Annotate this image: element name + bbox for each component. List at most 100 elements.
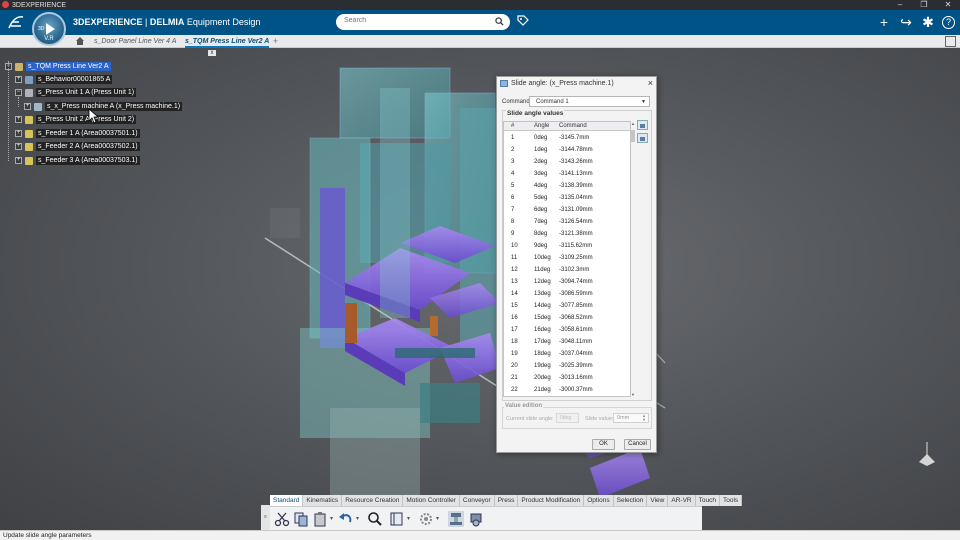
table-row[interactable]: 9 8deg -3121.38mm (504, 228, 630, 240)
tree-node-label[interactable]: s_Feeder 2 A (Area00037502.1) (36, 142, 140, 151)
table-row[interactable]: 14 13deg -3086.59mm (504, 288, 630, 300)
tools-icon[interactable]: ✱ (920, 14, 936, 30)
expand-icon[interactable]: + (24, 103, 31, 110)
settings-icon[interactable] (418, 511, 434, 527)
table-row[interactable]: 17 16deg -3058.61mm (504, 324, 630, 336)
table-row[interactable]: 20 19deg -3025.39mm (504, 360, 630, 372)
fullscreen-icon[interactable] (945, 36, 956, 47)
table-row[interactable]: 19 18deg -3037.04mm (504, 348, 630, 360)
tab-tqm-press-line[interactable]: s_TQM Press Line Ver2 A (185, 35, 270, 48)
close-icon[interactable]: × (648, 78, 653, 89)
table-scrollbar[interactable]: ▲ ▼ (631, 121, 635, 397)
action-tab-standard[interactable]: Standard (270, 495, 304, 506)
action-tab-product-modification[interactable]: Product Modification (518, 495, 585, 506)
robot-navigation-icon[interactable] (915, 440, 939, 470)
search-input[interactable] (344, 17, 484, 24)
action-bar-handle[interactable]: ≡ (261, 505, 270, 530)
table-row[interactable]: 13 12deg -3094.74mm (504, 276, 630, 288)
table-row[interactable]: 5 4deg -3138.39mm (504, 180, 630, 192)
tree-node-behavior[interactable]: + s_Behavior00001865 A (15, 75, 113, 84)
tree-node-label[interactable]: s_Feeder 3 A (Area00037503.1) (36, 156, 140, 165)
paste-dropdown-icon[interactable]: ▾ (330, 515, 333, 522)
table-row[interactable]: 15 14deg -3077.85mm (504, 300, 630, 312)
search-icon[interactable] (495, 17, 504, 26)
tree-node-label[interactable]: s_x_Press machine A (x_Press machine.1) (45, 102, 183, 111)
table-row[interactable]: 18 17deg -3048.11mm (504, 336, 630, 348)
column-header-index[interactable]: # (511, 123, 514, 129)
table-row[interactable]: 1 0deg -3145.7mm (504, 132, 630, 144)
3d-viewport[interactable]: x − s_TQM Press Line Ver2 A + s_Behavior… (0, 48, 960, 530)
home-icon[interactable] (75, 36, 85, 46)
dialog-title-bar[interactable]: Slide angle: (x_Press machine.1) (497, 77, 656, 90)
tree-node-label[interactable]: s_Feeder 1 A (Area00037501.1) (36, 129, 140, 138)
undo-dropdown-icon[interactable]: ▾ (356, 515, 359, 522)
scroll-up-icon[interactable]: ▲ (631, 121, 635, 126)
paste-icon[interactable] (312, 511, 328, 527)
collapse-icon[interactable]: − (5, 63, 12, 70)
ok-button[interactable]: OK (592, 439, 615, 450)
search-box[interactable] (336, 14, 510, 30)
tree-node-press-unit-1[interactable]: − s_Press Unit 1 A (Press Unit 1) (15, 88, 137, 97)
close-window-icon[interactable]: ✕ (936, 0, 960, 10)
tree-node-press-unit-2[interactable]: + s_Press Unit 2 A (Press Unit 2) (15, 115, 137, 124)
book-icon[interactable] (389, 511, 405, 527)
share-icon[interactable]: ↪ (898, 14, 914, 30)
lock-value-button[interactable] (637, 120, 648, 130)
table-row[interactable]: 21 20deg -3013.16mm (504, 372, 630, 384)
action-tab-ar-vr[interactable]: AR-VR (668, 495, 696, 506)
tree-node-label[interactable]: s_Press Unit 1 A (Press Unit 1) (36, 88, 137, 97)
press-robot-icon[interactable] (468, 511, 484, 527)
action-tab-conveyor[interactable]: Conveyor (460, 495, 495, 506)
press-machine-icon[interactable] (448, 511, 464, 527)
action-tab-touch[interactable]: Touch (696, 495, 720, 506)
table-row[interactable]: 6 5deg -3135.04mm (504, 192, 630, 204)
table-row[interactable]: 22 21deg -3000.37mm (504, 384, 630, 396)
settings-dropdown-icon[interactable]: ▾ (436, 515, 439, 522)
tag-icon[interactable] (516, 14, 530, 28)
action-tab-view[interactable]: View (647, 495, 669, 506)
ds-logo-icon[interactable] (7, 14, 25, 33)
cut-icon[interactable] (274, 511, 290, 527)
tree-node-press-machine[interactable]: + s_x_Press machine A (x_Press machine.1… (24, 102, 183, 111)
table-row[interactable]: 16 15deg -3068.52mm (504, 312, 630, 324)
unlock-value-button[interactable] (637, 133, 648, 143)
help-icon[interactable]: ? (942, 16, 955, 29)
expand-icon[interactable]: + (15, 130, 22, 137)
spinner-icon[interactable]: ▲ ▼ (642, 414, 646, 422)
table-row[interactable]: 2 1deg -3144.78mm (504, 144, 630, 156)
action-tab-motion-controller[interactable]: Motion Controller (403, 495, 460, 506)
action-tab-options[interactable]: Options (584, 495, 614, 506)
collapse-icon[interactable]: − (15, 89, 22, 96)
tree-node-feeder-1[interactable]: + s_Feeder 1 A (Area00037501.1) (15, 129, 140, 138)
scroll-thumb[interactable] (631, 130, 635, 142)
tree-close-button[interactable]: x (208, 50, 216, 56)
tree-node-label[interactable]: s_TQM Press Line Ver2 A (26, 62, 111, 71)
table-row[interactable]: 12 11deg -3102.3mm (504, 264, 630, 276)
table-row[interactable]: 11 10deg -3109.25mm (504, 252, 630, 264)
zoom-icon[interactable] (367, 511, 383, 527)
table-row[interactable]: 8 7deg -3126.54mm (504, 216, 630, 228)
maximize-icon[interactable]: ❐ (912, 0, 936, 10)
copy-icon[interactable] (293, 511, 309, 527)
scroll-down-icon[interactable]: ▼ (631, 392, 635, 397)
expand-icon[interactable]: + (15, 76, 22, 83)
tree-node-label[interactable]: s_Press Unit 2 A (Press Unit 2) (36, 115, 137, 124)
action-tab-kinematics[interactable]: Kinematics (303, 495, 343, 506)
column-header-angle[interactable]: Angle (534, 123, 549, 129)
expand-icon[interactable]: + (15, 143, 22, 150)
expand-icon[interactable]: + (15, 157, 22, 164)
expand-icon[interactable]: + (15, 116, 22, 123)
tree-node-label[interactable]: s_Behavior00001865 A (36, 75, 113, 84)
action-tab-selection[interactable]: Selection (614, 495, 648, 506)
table-row[interactable]: 4 3deg -3141.13mm (504, 168, 630, 180)
add-tab-button[interactable]: + (273, 35, 278, 47)
column-header-command[interactable]: Command (559, 123, 587, 129)
tab-door-panel-line[interactable]: s_Door Panel Line Ver 4 A (94, 35, 176, 48)
tree-node-root[interactable]: − s_TQM Press Line Ver2 A (5, 62, 111, 71)
table-row[interactable]: 3 2deg -3143.26mm (504, 156, 630, 168)
book-dropdown-icon[interactable]: ▾ (407, 515, 410, 522)
action-tab-resource-creation[interactable]: Resource Creation (342, 495, 404, 506)
cancel-button[interactable]: Cancel (624, 439, 651, 450)
tree-node-feeder-2[interactable]: + s_Feeder 2 A (Area00037502.1) (15, 142, 140, 151)
undo-icon[interactable] (338, 511, 354, 527)
